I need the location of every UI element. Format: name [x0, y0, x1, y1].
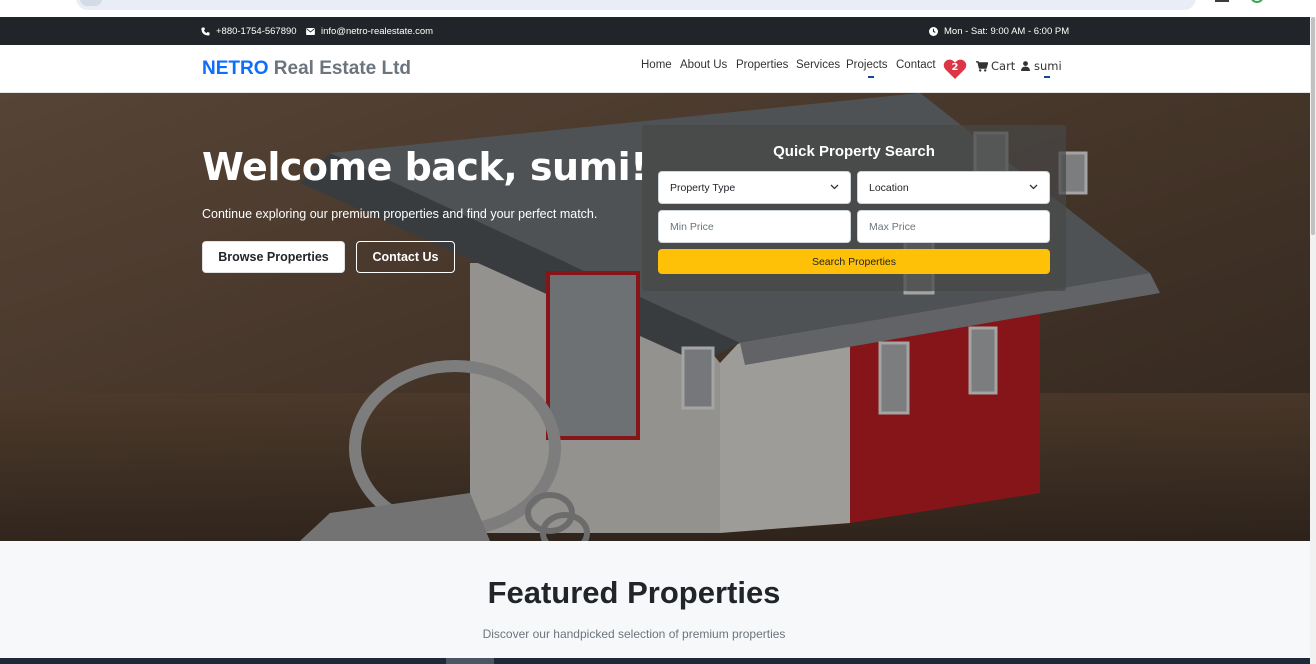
cart-link[interactable]: Cart — [976, 59, 1015, 73]
main-navbar: NETRO Real Estate Ltd Home About Us Prop… — [0, 45, 1310, 93]
featured-section: Featured Properties Discover our handpic… — [0, 541, 1310, 664]
browser-menu-icon[interactable] — [1215, 0, 1229, 2]
quick-search-panel: Quick Property Search Property Type Loca… — [642, 125, 1066, 291]
page: +880-1754-567890 info@netro-realestate.c… — [0, 17, 1310, 664]
quick-search-title: Quick Property Search — [773, 143, 935, 160]
scrollbar-thumb[interactable] — [1311, 17, 1315, 235]
brand-primary: NETRO — [202, 58, 269, 79]
extension-icon[interactable] — [1250, 0, 1264, 3]
user-menu[interactable]: sumi — [1021, 59, 1062, 73]
user-name: sumi — [1034, 59, 1062, 73]
cart-icon — [976, 60, 988, 72]
search-properties-button[interactable]: Search Properties — [658, 249, 1050, 274]
property-cards-peek — [0, 658, 1310, 664]
user-icon — [1021, 61, 1030, 71]
hero-subtitle: Continue exploring our premium propertie… — [202, 207, 598, 221]
address-bar[interactable] — [76, 0, 1196, 10]
phone-icon — [201, 27, 210, 36]
nav-home[interactable]: Home — [641, 59, 672, 71]
nav-about-us[interactable]: About Us — [680, 59, 727, 71]
contact-email: info@netro-realestate.com — [306, 26, 433, 37]
nav-properties[interactable]: Properties — [736, 59, 788, 71]
hero-section: Welcome back, sumi! Continue exploring o… — [0, 93, 1310, 541]
page-scrollbar[interactable] — [1310, 17, 1316, 664]
email-address: info@netro-realestate.com — [321, 26, 434, 37]
property-type-value: Property Type — [670, 181, 736, 194]
nav-services[interactable]: Services — [796, 59, 840, 71]
user-dropdown-indicator — [1044, 76, 1050, 78]
nav-projects[interactable]: Projects — [846, 59, 888, 71]
hero-title: Welcome back, sumi! — [202, 145, 648, 189]
chevron-down-icon — [1029, 184, 1038, 190]
chevron-down-icon — [830, 184, 839, 190]
cart-label: Cart — [991, 59, 1016, 73]
browser-toolbar-fragment — [0, 0, 1316, 17]
card-image-edge — [446, 658, 494, 664]
location-select[interactable]: Location — [857, 171, 1050, 204]
contact-us-button[interactable]: Contact Us — [356, 241, 455, 273]
nav-contact[interactable]: Contact — [896, 59, 936, 71]
contact-phone: +880-1754-567890 — [201, 26, 297, 37]
hours-text: Mon - Sat: 9:00 AM - 6:00 PM — [944, 26, 1070, 37]
phone-number: +880-1754-567890 — [216, 26, 297, 37]
brand-logo[interactable]: NETRO Real Estate Ltd — [202, 58, 411, 80]
max-price-input[interactable]: Max Price — [857, 210, 1050, 243]
clock-icon — [929, 27, 938, 36]
min-price-input[interactable]: Min Price — [658, 210, 851, 243]
browse-properties-button[interactable]: Browse Properties — [202, 241, 345, 273]
top-info-bar: +880-1754-567890 info@netro-realestate.c… — [0, 17, 1310, 45]
featured-subtitle: Discover our handpicked selection of pre… — [482, 627, 786, 641]
favorites-button[interactable]: 2 — [943, 58, 967, 80]
favorites-count: 2 — [951, 62, 959, 73]
envelope-icon — [306, 28, 315, 35]
brand-secondary: Real Estate Ltd — [273, 58, 412, 79]
featured-title: Featured Properties — [487, 575, 781, 610]
projects-dropdown-indicator — [868, 76, 874, 78]
business-hours: Mon - Sat: 9:00 AM - 6:00 PM — [929, 26, 1069, 37]
property-type-select[interactable]: Property Type — [658, 171, 851, 204]
location-value: Location — [869, 181, 909, 194]
